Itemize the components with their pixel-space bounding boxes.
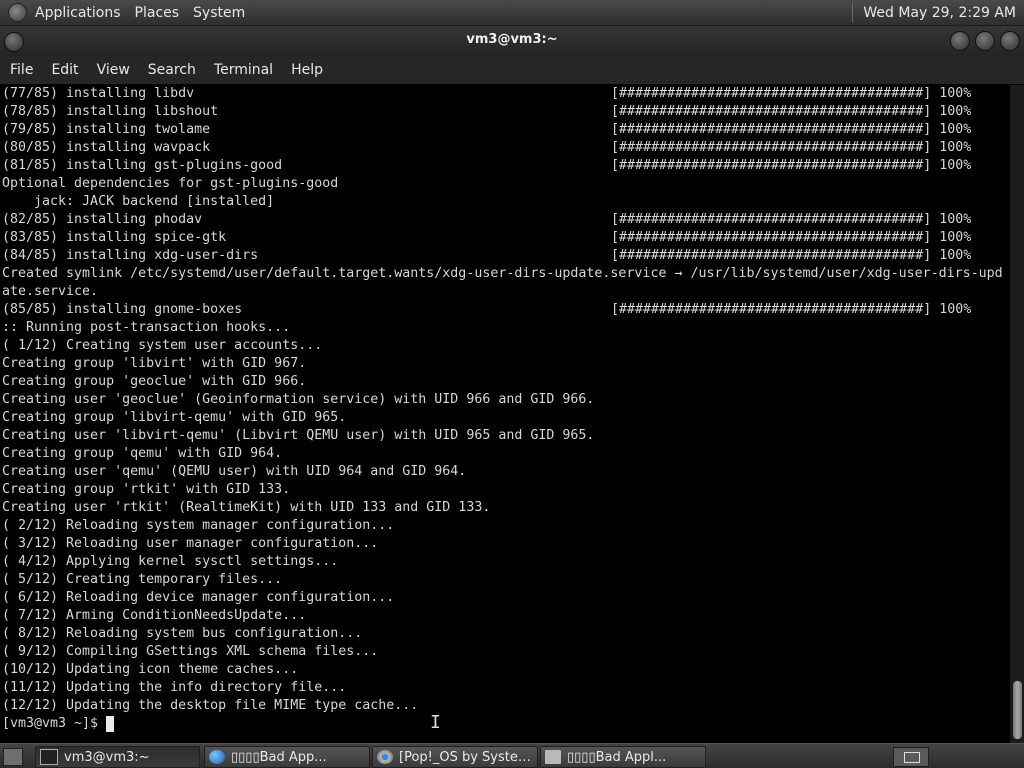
progress-bar-text: [######################################]…	[611, 122, 972, 137]
terminal-line: (79/85) installing twolame	[2, 122, 211, 137]
minimize-button[interactable]	[950, 31, 970, 51]
terminal-line: ate.service.	[2, 284, 99, 299]
terminal-icon	[40, 749, 58, 765]
terminal-line: (82/85) installing phodav	[2, 212, 203, 227]
menu-edit[interactable]: Edit	[51, 62, 78, 78]
terminal-line: (85/85) installing gnome-boxes	[2, 302, 243, 317]
progress-bar-text: [######################################]…	[611, 104, 972, 119]
terminal-line: ( 1/12) Creating system user accounts...	[2, 338, 323, 353]
terminal-line: jack: JACK backend [installed]	[2, 194, 275, 209]
web-browser-icon	[209, 750, 225, 764]
menu-file[interactable]: File	[10, 62, 33, 78]
chromium-icon	[377, 750, 393, 764]
desktop-screen: Applications Places System Wed May 29, 2…	[0, 0, 1024, 768]
show-desktop-icon[interactable]	[3, 748, 23, 766]
progress-bar-text: [######################################]…	[611, 230, 972, 245]
task-browser-bad-apple[interactable]: ▯▯▯▯Bad App...	[204, 746, 370, 768]
terminal-line: (84/85) installing xdg-user-dirs	[2, 248, 259, 263]
terminal-line: (77/85) installing libdv	[2, 86, 195, 101]
terminal-line: (80/85) installing wavpack	[2, 140, 211, 155]
terminal-line: Creating user 'geoclue' (Geoinformation …	[2, 392, 595, 407]
text-cursor	[106, 716, 114, 732]
terminal-line: ( 8/12) Reloading system bus configurati…	[2, 626, 363, 641]
terminal-line: Created symlink /etc/systemd/user/defaul…	[2, 266, 1003, 281]
terminal-line: ( 7/12) Arming ConditionNeedsUpdate...	[2, 608, 307, 623]
terminal-line: ( 6/12) Reloading device manager configu…	[2, 590, 395, 605]
terminal-line: (83/85) installing spice-gtk	[2, 230, 227, 245]
window-titlebar[interactable]: vm3@vm3:~	[0, 26, 1024, 56]
maximize-button[interactable]	[975, 31, 995, 51]
top-panel: Applications Places System Wed May 29, 2…	[0, 0, 1024, 26]
menu-search[interactable]: Search	[148, 62, 196, 78]
terminal-line: Creating user 'libvirt-qemu' (Libvirt QE…	[2, 428, 595, 443]
terminal-line: (12/12) Updating the desktop file MIME t…	[2, 698, 419, 713]
system-menu[interactable]: System	[193, 5, 245, 21]
progress-bar-text: [######################################]…	[611, 248, 972, 263]
terminal-line: (81/85) installing gst-plugins-good	[2, 158, 283, 173]
workspace-thumbnail	[904, 752, 920, 763]
terminal-line: Creating group 'rtkit' with GID 133.	[2, 482, 291, 497]
task-chromium-popos[interactable]: [Pop!_OS by System...	[372, 746, 538, 768]
terminal-line: ( 3/12) Reloading user manager configura…	[2, 536, 379, 551]
terminal-line: ( 9/12) Compiling GSettings XML schema f…	[2, 644, 379, 659]
terminal-line: (11/12) Updating the info directory file…	[2, 680, 347, 695]
close-button[interactable]	[1000, 31, 1020, 51]
places-menu[interactable]: Places	[135, 5, 180, 21]
progress-bar-text: [######################################]…	[611, 158, 972, 173]
progress-bar-text: [######################################]…	[611, 212, 972, 227]
task-label: ▯▯▯▯Bad App...	[231, 749, 327, 765]
terminal-line: (10/12) Updating icon theme caches...	[2, 662, 299, 677]
mouse-ibeam-icon: I	[430, 712, 441, 733]
progress-bar-text: [######################################]…	[611, 140, 972, 155]
menu-view[interactable]: View	[97, 62, 130, 78]
applications-menu[interactable]: Applications	[35, 5, 121, 21]
terminal-line: Creating group 'geoclue' with GID 966.	[2, 374, 307, 389]
bottom-taskbar: vm3@vm3:~ ▯▯▯▯Bad App... [Pop!_OS by Sys…	[0, 743, 1024, 768]
terminal-line: [vm3@vm3 ~]$	[2, 716, 107, 731]
terminal-line: ( 4/12) Applying kernel sysctl settings.…	[2, 554, 339, 569]
menu-help[interactable]: Help	[291, 62, 323, 78]
distro-logo-icon[interactable]	[8, 3, 27, 22]
task-label: [Pop!_OS by System...	[399, 749, 537, 765]
terminal-line: Creating group 'libvirt' with GID 967.	[2, 356, 307, 371]
menu-terminal[interactable]: Terminal	[214, 62, 273, 78]
terminal-line: Optional dependencies for gst-plugins-go…	[2, 176, 339, 191]
terminal-line: Creating user 'qemu' (QEMU user) with UI…	[2, 464, 467, 479]
task-folder-bad-apple[interactable]: ▯▯▯▯Bad Appl...	[540, 746, 706, 768]
terminal-scrollbar[interactable]	[1010, 85, 1024, 743]
task-terminal[interactable]: vm3@vm3:~	[35, 746, 200, 768]
progress-bar-text: [######################################]…	[611, 86, 972, 101]
terminal-line: :: Running post-transaction hooks...	[2, 320, 291, 335]
clock[interactable]: Wed May 29, 2:29 AM	[863, 5, 1016, 21]
scrollbar-thumb[interactable]	[1013, 681, 1022, 739]
progress-bar-text: [######################################]…	[611, 302, 972, 317]
terminal-line: (78/85) installing libshout	[2, 104, 219, 119]
task-label: vm3@vm3:~	[64, 749, 150, 765]
terminal-line: ( 2/12) Reloading system manager configu…	[2, 518, 395, 533]
terminal-menubar: File Edit View Search Terminal Help	[0, 56, 1024, 84]
window-title: vm3@vm3:~	[466, 32, 558, 47]
terminal-output[interactable]: I (77/85) installing libdv (78/85) instal…	[0, 85, 1010, 743]
terminal-line: Creating group 'qemu' with GID 964.	[2, 446, 283, 461]
terminal-line: ( 5/12) Creating temporary files...	[2, 572, 283, 587]
folder-icon	[545, 750, 561, 764]
panel-separator	[852, 3, 854, 22]
task-label: ▯▯▯▯Bad Appl...	[567, 749, 667, 765]
workspace-switcher[interactable]	[893, 747, 929, 767]
terminal-line: Creating user 'rtkit' (RealtimeKit) with…	[2, 500, 491, 515]
terminal-line: Creating group 'libvirt-qemu' with GID 9…	[2, 410, 347, 425]
